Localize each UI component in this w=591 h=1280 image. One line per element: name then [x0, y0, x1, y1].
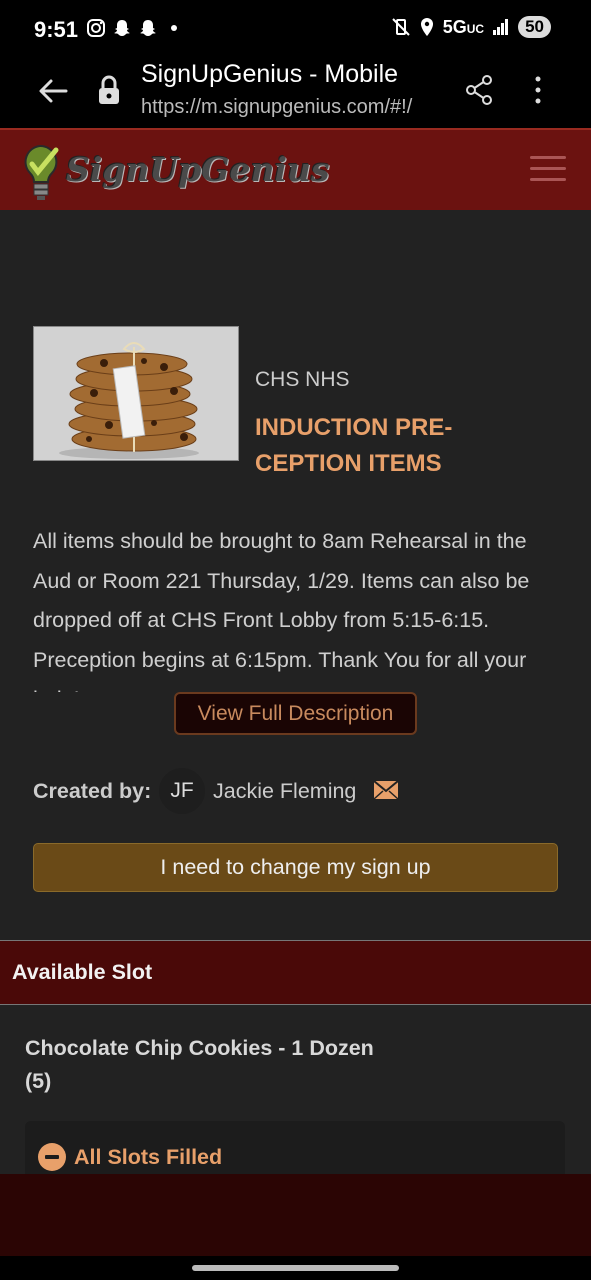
available-slot-header: Available Slot — [0, 940, 591, 1005]
footer-bar — [0, 1174, 591, 1256]
signal-icon — [493, 19, 509, 35]
cookies-image — [34, 327, 238, 460]
event-title: INDUCTION PRE-CEPTION ITEMS — [255, 414, 453, 477]
mail-icon[interactable] — [373, 780, 399, 800]
organization-name: CHS NHS — [255, 368, 350, 391]
more-options-icon[interactable] — [528, 74, 548, 106]
all-slots-filled-label: All Slots Filled — [74, 1145, 223, 1169]
creator-name: Jackie Fleming — [213, 779, 357, 803]
slot-item-name: Chocolate Chip Cookies - 1 Dozen — [25, 1036, 374, 1060]
menu-icon[interactable] — [530, 156, 566, 184]
lightbulb-logo-icon[interactable] — [20, 142, 66, 202]
instagram-icon — [87, 19, 105, 37]
status-bar: 9:51 5GUC 50 — [0, 0, 591, 60]
slot-status-box: All Slots Filled — [25, 1121, 565, 1181]
view-full-description-button[interactable]: View Full Description — [174, 692, 417, 735]
snapchat-icon — [114, 20, 130, 36]
status-time: 9:51 — [34, 17, 79, 42]
notification-icons — [86, 18, 184, 38]
system-nav-bar — [0, 1256, 591, 1280]
network-label: 5GUC — [442, 16, 485, 37]
created-by-label: Created by: — [33, 779, 152, 803]
back-arrow-icon[interactable] — [36, 74, 70, 108]
lock-icon[interactable] — [96, 74, 122, 106]
event-description: All items should be brought to 8am Rehea… — [33, 529, 530, 692]
dot-icon — [171, 25, 177, 31]
vibrate-mute-icon — [392, 18, 410, 36]
slot-item-count: (5) — [25, 1069, 52, 1093]
browser-toolbar: SignUpGenius - Mobile https://m.signupge… — [0, 60, 591, 128]
change-signup-button[interactable]: I need to change my sign up — [33, 843, 558, 892]
system-status: 5GUC 50 — [391, 16, 551, 38]
slot-item: Chocolate Chip Cookies - 1 Dozen (5) — [25, 1032, 425, 1098]
minus-circle-icon — [38, 1143, 66, 1171]
home-gesture-handle[interactable] — [192, 1265, 399, 1271]
avatar: JF — [159, 768, 205, 814]
url-text[interactable]: https://m.signupgenius.com/#!/ — [141, 96, 441, 119]
location-icon — [420, 18, 433, 36]
snapchat-icon — [140, 20, 156, 36]
event-image — [33, 326, 239, 461]
page-title[interactable]: SignUpGenius - Mobile — [141, 60, 398, 89]
available-slot-label: Available Slot — [12, 960, 153, 984]
share-icon[interactable] — [464, 74, 494, 106]
battery-level: 50 — [518, 16, 551, 38]
site-logo[interactable]: SignUpGenius — [66, 150, 330, 189]
site-header: SignUpGenius — [0, 128, 591, 210]
